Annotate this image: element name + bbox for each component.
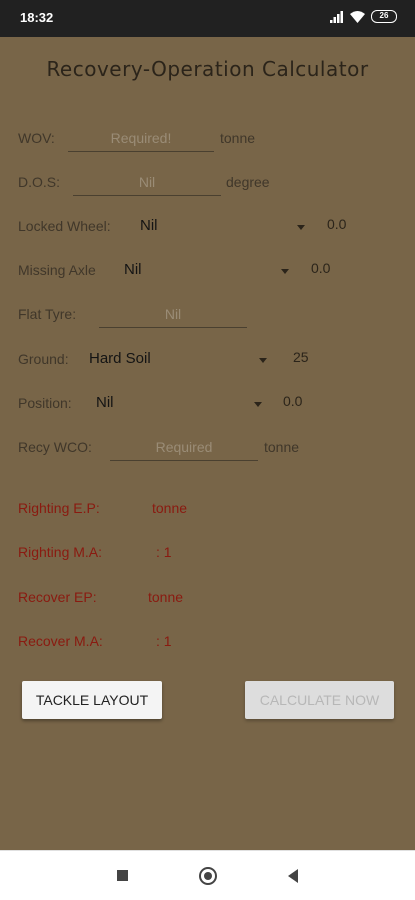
dos-row: D.O.S: Nil degree xyxy=(18,168,398,198)
wov-row: WOV: Required! tonne xyxy=(18,124,398,154)
flat-tyre-input[interactable]: Nil xyxy=(99,300,247,328)
righting-ma-row: Righting M.A: : 1 xyxy=(18,544,172,560)
recy-wco-unit: tonne xyxy=(264,439,300,455)
chevron-down-icon[interactable] xyxy=(281,269,289,274)
position-label: Position: xyxy=(18,395,72,411)
battery-icon: 26 xyxy=(371,10,397,23)
dos-label: D.O.S: xyxy=(18,174,61,190)
ground-value: 25 xyxy=(293,349,309,365)
home-icon[interactable] xyxy=(199,867,217,885)
locked-wheel-select[interactable]: Nil xyxy=(140,217,158,234)
missing-axle-row: Missing Axle Nil 0.0 xyxy=(18,256,398,286)
position-row: Position: Nil 0.0 xyxy=(18,389,398,419)
recy-wco-row: Recy WCO: Required tonne xyxy=(18,433,398,463)
righting-ma-value: : 1 xyxy=(156,544,172,560)
locked-wheel-row: Locked Wheel: Nil 0.0 xyxy=(18,212,398,242)
wifi-icon xyxy=(350,10,365,23)
app-screen: Recovery-Operation Calculator WOV: Requi… xyxy=(0,37,415,850)
recover-ep-label: Recover EP: xyxy=(18,589,97,605)
chevron-down-icon[interactable] xyxy=(259,358,267,363)
flat-tyre-row: Flat Tyre: Nil xyxy=(18,300,398,330)
righting-ep-row: Righting E.P: tonne xyxy=(18,500,187,516)
recover-ep-value: tonne xyxy=(148,589,184,605)
navigation-bar xyxy=(0,850,415,900)
page-title: Recovery-Operation Calculator xyxy=(46,57,369,81)
chevron-down-icon[interactable] xyxy=(297,225,305,230)
righting-ma-label: Righting M.A: xyxy=(18,544,103,560)
recy-wco-input[interactable]: Required xyxy=(110,433,258,461)
righting-ep-label: Righting E.P: xyxy=(18,500,100,516)
recent-apps-icon[interactable] xyxy=(117,870,128,881)
wov-input[interactable]: Required! xyxy=(68,124,214,152)
locked-wheel-label: Locked Wheel: xyxy=(18,218,111,234)
dos-unit: degree xyxy=(226,174,270,190)
wov-label: WOV: xyxy=(18,130,55,146)
status-icons: 26 xyxy=(330,10,397,23)
position-value: 0.0 xyxy=(283,393,303,409)
tackle-layout-button[interactable]: TACKLE LAYOUT xyxy=(22,681,162,719)
signal-icon xyxy=(330,10,343,23)
recover-ma-value: : 1 xyxy=(156,633,172,649)
missing-axle-label: Missing Axle xyxy=(18,262,96,278)
status-bar: 18:32 26 xyxy=(0,0,415,37)
locked-wheel-value: 0.0 xyxy=(327,216,347,232)
ground-label: Ground: xyxy=(18,351,69,367)
ground-row: Ground: Hard Soil 25 xyxy=(18,345,398,375)
ground-select[interactable]: Hard Soil xyxy=(89,350,151,367)
recover-ma-row: Recover M.A: : 1 xyxy=(18,633,172,649)
position-select[interactable]: Nil xyxy=(96,394,114,411)
status-time: 18:32 xyxy=(20,10,54,25)
missing-axle-value: 0.0 xyxy=(311,260,331,276)
back-icon[interactable] xyxy=(288,869,298,883)
recover-ep-row: Recover EP: tonne xyxy=(18,589,183,605)
chevron-down-icon[interactable] xyxy=(254,402,262,407)
recy-wco-label: Recy WCO: xyxy=(18,439,92,455)
dos-input[interactable]: Nil xyxy=(73,168,221,196)
righting-ep-value: tonne xyxy=(152,500,188,516)
calculate-now-button[interactable]: CALCULATE NOW xyxy=(245,681,394,719)
recover-ma-label: Recover M.A: xyxy=(18,633,103,649)
missing-axle-select[interactable]: Nil xyxy=(124,261,142,278)
flat-tyre-label: Flat Tyre: xyxy=(18,306,77,322)
wov-unit: tonne xyxy=(220,130,256,146)
